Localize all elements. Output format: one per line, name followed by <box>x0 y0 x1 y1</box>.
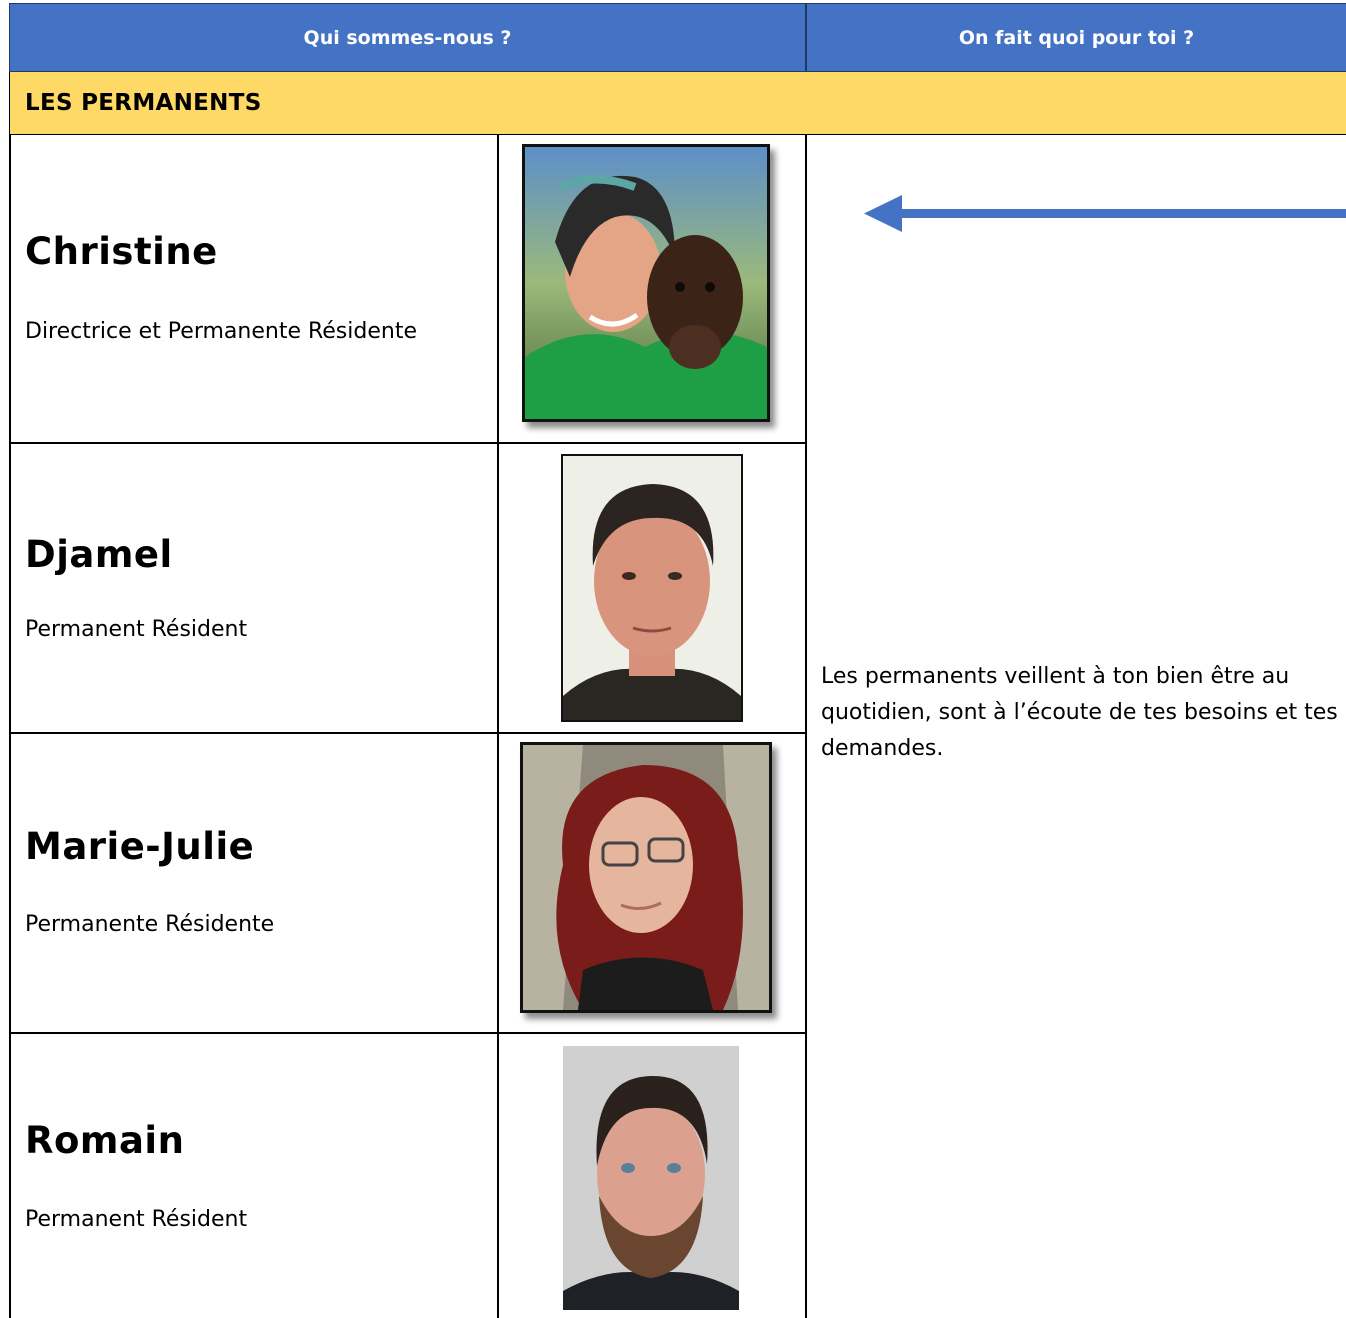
table-border-col2 <box>805 135 807 1318</box>
portrait-bearded-man <box>563 1046 739 1310</box>
member-name: Djamel <box>25 533 173 576</box>
portrait-woman-with-dog <box>525 147 767 419</box>
header-left-label: Qui sommes-nous ? <box>303 26 512 49</box>
header-on-fait-quoi: On fait quoi pour toi ? <box>806 3 1346 72</box>
member-name: Marie-Julie <box>25 825 255 868</box>
member-role: Permanent Résident <box>25 1207 248 1232</box>
member-name: Christine <box>25 230 218 273</box>
header-qui-sommes-nous: Qui sommes-nous ? <box>9 3 806 72</box>
description-text: Les permanents veillent à ton bien être … <box>821 664 1338 761</box>
member-role: Directrice et Permanente Résidente <box>25 319 417 344</box>
portrait-man <box>563 456 741 720</box>
portrait-woman-red-hair <box>523 745 769 1010</box>
member-photo <box>520 742 772 1013</box>
member-photo <box>522 144 770 422</box>
table-border-col1 <box>497 135 499 1318</box>
header-right-label: On fait quoi pour toi ? <box>958 26 1195 49</box>
table-border-left <box>9 135 11 1318</box>
section-title-bar: LES PERMANENTS <box>9 72 1346 135</box>
table-row-divider <box>9 1032 806 1034</box>
member-photo <box>563 1046 739 1310</box>
table-row-divider <box>9 442 806 444</box>
section-title: LES PERMANENTS <box>25 90 262 116</box>
member-photo <box>561 454 743 722</box>
member-role: Permanent Résident <box>25 617 248 642</box>
table-row-divider <box>9 732 806 734</box>
member-name: Romain <box>25 1119 185 1162</box>
team-page: Qui sommes-nous ? On fait quoi pour toi … <box>9 3 1346 1318</box>
left-arrow-icon <box>864 195 1346 232</box>
member-role: Permanente Résidente <box>25 912 275 937</box>
